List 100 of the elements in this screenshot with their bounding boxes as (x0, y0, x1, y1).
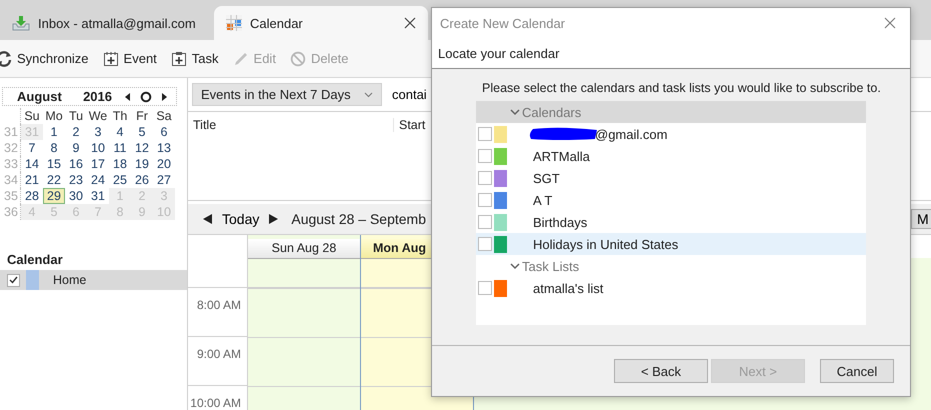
calendar-day[interactable]: 13 (153, 140, 175, 156)
week-number: 35 (2, 188, 21, 204)
calendar-name: Birthdays (532, 214, 588, 230)
calendar-day[interactable]: 3 (87, 124, 109, 140)
calendar-day[interactable]: 24 (87, 172, 109, 188)
dialog-title: Create New Calendar (440, 16, 566, 30)
calendar-name: @gmail.com (595, 126, 668, 142)
calendar-list-item[interactable]: Home (0, 270, 187, 290)
checkbox[interactable] (478, 171, 492, 185)
app-tab[interactable]: Inbox - atmalla@gmail.com (0, 6, 214, 40)
close-icon[interactable] (404, 17, 416, 29)
calendar-day[interactable]: 21 (21, 172, 43, 188)
calendar-day[interactable]: 17 (87, 156, 109, 172)
time-label: 9:00 AM (196, 347, 241, 361)
today-circle-icon[interactable] (140, 90, 152, 102)
app-tab[interactable]: Calendar (214, 6, 428, 40)
checkbox[interactable] (478, 127, 492, 141)
chevron-down-icon (510, 262, 520, 270)
dialog-button[interactable]: Cancel (820, 359, 894, 383)
calendar-day[interactable]: 14 (21, 156, 43, 172)
year-label[interactable]: 2016 (83, 89, 112, 104)
dialog-button[interactable]: < Back (614, 359, 708, 383)
calendar-day[interactable]: 16 (65, 156, 87, 172)
tab-label: Calendar (250, 16, 303, 30)
calendar-day[interactable]: 23 (65, 172, 87, 188)
today-button[interactable]: Today (222, 211, 260, 227)
weekday-label: Th (112, 108, 128, 124)
calendar-day[interactable]: 18 (109, 156, 131, 172)
next-month-icon[interactable] (160, 92, 168, 102)
calendar-option[interactable]: ARTMalla (476, 145, 866, 167)
date-range: August 28 – Septemb (291, 211, 426, 227)
calendar-option[interactable]: atmalla's list (476, 277, 866, 299)
weekday-label: Sa (155, 108, 173, 124)
checkbox[interactable] (478, 215, 492, 229)
calendar-day[interactable]: 6 (153, 124, 175, 140)
calendar-day[interactable]: 27 (153, 172, 175, 188)
month-label[interactable]: August (17, 89, 62, 104)
weekday-label: We (88, 108, 108, 124)
previous-icon[interactable] (202, 213, 214, 225)
checkbox[interactable] (478, 149, 492, 163)
tab-label: Inbox - atmalla@gmail.com (38, 16, 196, 30)
day-header[interactable]: Sun Aug 28 (248, 239, 360, 259)
calendar-day[interactable]: 20 (153, 156, 175, 172)
calendar-day[interactable]: 9 (65, 140, 87, 156)
pencil-icon (232, 50, 249, 66)
calendar-day[interactable]: 22 (43, 172, 65, 188)
column-header[interactable]: Start (394, 118, 426, 132)
calendar-day[interactable]: 4 (109, 124, 131, 140)
weekday-label: Fr (135, 108, 149, 124)
checkbox[interactable] (478, 237, 492, 251)
column-header[interactable]: Title (188, 118, 394, 132)
calendar-day[interactable]: 28 (21, 188, 43, 204)
calendar-day[interactable]: 1 (43, 124, 65, 140)
checkbox[interactable] (478, 193, 492, 207)
clipboard-plus-icon (170, 50, 187, 66)
group-header[interactable]: Task Lists (476, 255, 866, 277)
week-number: 32 (2, 140, 21, 156)
toolbar-button[interactable]: Synchronize (0, 50, 89, 66)
chevron-down-icon (510, 108, 520, 116)
calendar-option[interactable]: @gmail.com (476, 123, 866, 145)
calendar-name: Home (53, 273, 86, 287)
calendar-list-heading: Calendar (6, 251, 64, 269)
previous-month-icon[interactable] (124, 92, 132, 102)
calendar-day[interactable]: 12 (131, 140, 153, 156)
filter-dropdown[interactable]: Events in the Next 7 Days (192, 83, 382, 106)
calendar-day[interactable]: 8 (43, 140, 65, 156)
instruction-text: Please select the calendars and task lists you would like to subscribe to. (481, 81, 882, 95)
calendar-grid-icon (226, 15, 242, 31)
calendar-name: Holidays in United States (532, 236, 678, 252)
next-icon[interactable] (267, 213, 280, 225)
checkbox[interactable] (7, 274, 20, 286)
calendar-day[interactable]: 25 (109, 172, 131, 188)
calendar-option[interactable]: Holidays in United States (476, 233, 866, 255)
calendar-day[interactable]: 11 (109, 140, 131, 156)
calendar-day[interactable]: 5 (131, 124, 153, 140)
close-icon[interactable] (884, 17, 896, 29)
toolbar-button[interactable]: Task (170, 50, 219, 66)
calendar-day[interactable]: 15 (43, 156, 65, 172)
calendar-name: atmalla's list (532, 280, 604, 296)
calendar-day[interactable]: 19 (131, 156, 153, 172)
calendar-day[interactable]: 10 (87, 140, 109, 156)
calendar-option[interactable]: A T (476, 189, 866, 211)
calendar-option[interactable]: SGT (476, 167, 866, 189)
calendar-option[interactable]: Birthdays (476, 211, 866, 233)
toolbar-button[interactable]: Event (102, 50, 157, 66)
view-button[interactable]: M (911, 209, 931, 229)
no-entry-icon (290, 50, 306, 66)
checkbox[interactable] (478, 281, 492, 295)
calendar-day[interactable]: 7 (21, 140, 43, 156)
week-number: 33 (2, 156, 21, 172)
calendar-day[interactable]: 31 (87, 188, 109, 204)
calendar-day[interactable]: 30 (65, 188, 87, 204)
calendar-day[interactable]: 2 (65, 124, 87, 140)
sync-icon (0, 50, 12, 66)
time-label: 8:00 AM (196, 298, 241, 312)
time-label: 10:00 AM (190, 396, 241, 410)
calendar-day[interactable]: 26 (131, 172, 153, 188)
weekday-label: Tu (68, 108, 84, 124)
calendar-day[interactable]: 29 (43, 188, 65, 204)
week-number: 34 (2, 172, 21, 188)
